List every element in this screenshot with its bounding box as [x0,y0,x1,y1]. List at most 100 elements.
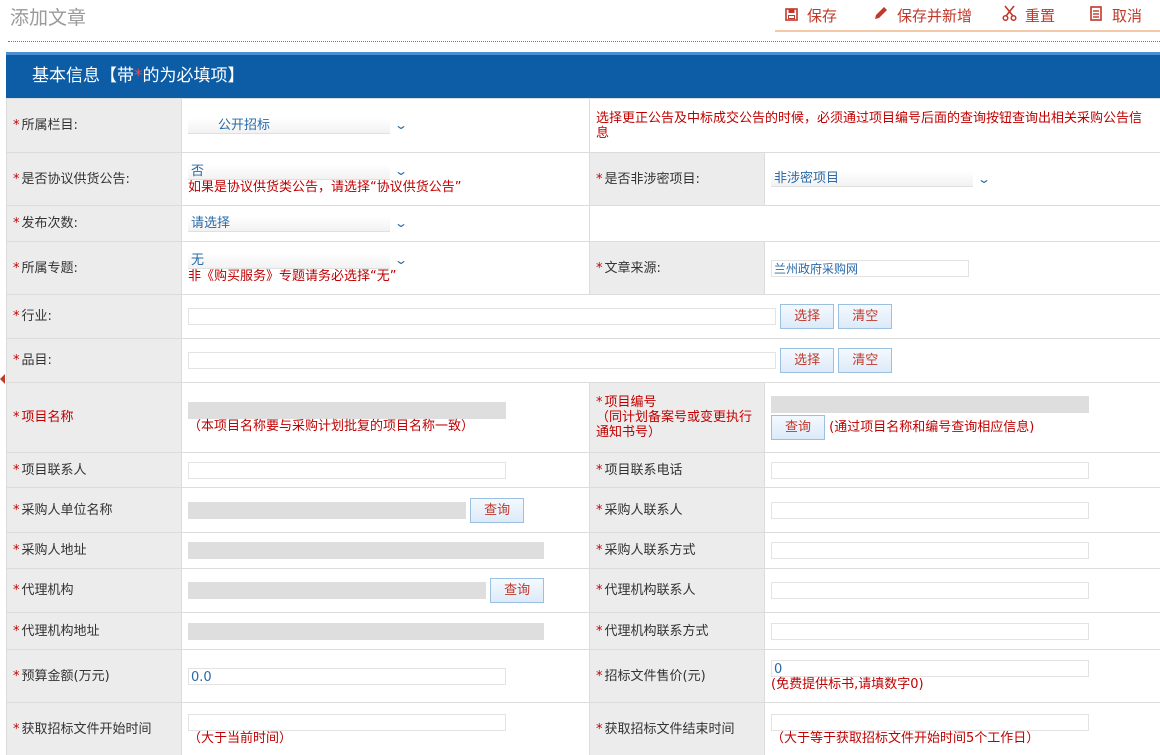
chevron-down-icon[interactable]: ⌄ [388,164,413,179]
agency-contact-way-input[interactable] [771,622,1089,640]
doc-start-hint: （大于当前时间） [188,730,293,746]
non-secret-select[interactable]: 非涉密项目 [771,171,973,187]
chevron-down-icon[interactable]: ⌄ [388,118,413,133]
buyer-name-input[interactable] [188,501,466,519]
table-row: * 项目名称 （本项目名称要与采购计划批复的项目名称一致） * 项目编号 （同计划备… [6,382,1160,453]
table-row: * 获取招标文件开始时间 （大于当前时间） * 获取招标文件结束时间 （大于等于获取… [6,702,1160,755]
floppy-disk-icon [783,6,799,28]
field-label: * 项目联系电话 [589,452,765,488]
project-name-input[interactable] [188,401,506,419]
save-label: 保存 [807,7,838,25]
field-label: * 是否非涉密项目: [589,152,765,206]
table-row: * 发布次数: 请选择 ⌄ [6,205,1160,242]
title-divider [8,41,1160,42]
form-table: * 所属栏目: 公开招标 ⌄ 选择更正公告及中标成交公告的时候，必须通过项目编号后面… [6,98,1160,755]
project-contact-input[interactable] [188,461,506,479]
field-label: * 项目编号 （同计划备案号或变更执行通知书号） [589,382,765,453]
project-code-input[interactable] [771,395,1089,413]
industry-input[interactable] [188,308,776,325]
project-name-hint: （本项目名称要与采购计划批复的项目名称一致） [188,418,475,434]
doc-price-input[interactable]: 0 [771,660,1089,677]
project-phone-input[interactable] [771,461,1089,479]
agency-input[interactable] [188,582,486,599]
buyer-address-input[interactable] [188,542,544,559]
agency-address-input[interactable] [188,622,544,640]
save-and-new-label: 保存并新增 [897,7,973,25]
buyer-contact-input[interactable] [771,501,1089,519]
section-title-star: * [134,66,143,86]
collapse-arrow-icon[interactable] [0,374,5,384]
field-label: * 获取招标文件结束时间 [589,702,765,755]
table-row: * 是否协议供货公告: 否 ⌄ 如果是协议供货类公告，请选择“协议供货公告” * 是否… [6,152,1160,206]
field-label: * 采购人单位名称 [6,487,182,533]
page-title: 添加文章 [10,7,87,29]
section-header: 基本信息【带*的为必填项】 [6,52,1160,98]
chevron-down-icon[interactable]: ⌄ [971,172,996,187]
project-code-query-button[interactable]: 查询 [771,414,826,440]
field-label: * 发布次数: [6,205,182,242]
field-label: * 采购人地址 [6,532,182,569]
field-label: * 是否协议供货公告: [6,152,182,206]
field-label: * 品目: [6,338,182,383]
save-and-new-button[interactable]: 保存并新增 [873,5,972,27]
field-label: * 代理机构联系人 [589,568,765,613]
agreement-select[interactable]: 否 [188,163,390,180]
doc-end-input[interactable] [771,713,1089,731]
table-row: * 品目: 选择 清空 [6,338,1160,383]
field-label: * 采购人联系方式 [589,532,765,569]
agency-contact-input[interactable] [771,582,1089,599]
item-select-button[interactable]: 选择 [780,348,835,373]
field-label: * 所属栏目: [6,98,182,153]
table-row: * 采购人地址 * 采购人联系方式 [6,532,1160,569]
buyer-contact-way-input[interactable] [771,542,1089,559]
topic-hint: 非《购买服务》专题请务必选择“无” [188,268,397,284]
reset-button[interactable]: 重置 [1001,5,1055,27]
industry-clear-button[interactable]: 清空 [838,304,893,329]
field-label: * 获取招标文件开始时间 [6,702,182,755]
buyer-query-button[interactable]: 查询 [470,497,525,523]
doc-start-input[interactable] [188,713,506,731]
pencil-icon [873,5,889,28]
chevron-down-icon[interactable]: ⌄ [388,253,413,268]
cancel-label: 取消 [1112,7,1143,25]
reset-label: 重置 [1025,7,1056,25]
topic-select[interactable]: 无 [188,252,390,269]
table-row: * 采购人单位名称 查询 * 采购人联系人 [6,487,1160,533]
source-input[interactable]: 兰州政府采购网 [771,259,969,277]
field-label: * 行业: [6,294,182,339]
table-row: * 行业: 选择 清空 [6,294,1160,339]
table-row: * 代理机构 查询 * 代理机构联系人 [6,568,1160,613]
scissors-icon [1001,5,1017,28]
cancel-button[interactable]: 取消 [1088,5,1142,27]
project-code-hint: (通过项目名称和编号查询相应信息) [829,419,1035,435]
chevron-down-icon[interactable]: ⌄ [388,216,413,231]
save-button[interactable]: 保存 [783,5,837,27]
table-row: * 所属栏目: 公开招标 ⌄ 选择更正公告及中标成交公告的时候，必须通过项目编号后面… [6,98,1160,153]
section-title-prefix: 基本信息【带 [32,66,134,86]
budget-input[interactable]: 0.0 [188,667,506,685]
doc-price-hint: (免费提供标书,请填数字0) [771,677,924,692]
field-label: * 采购人联系人 [589,487,765,533]
table-row: * 所属专题: 无 ⌄ 非《购买服务》专题请务必选择“无” * 文章来源: 兰州政府采… [6,241,1160,295]
publish-count-select[interactable]: 请选择 [188,215,390,232]
document-icon [1088,6,1104,28]
item-clear-button[interactable]: 清空 [838,348,893,373]
doc-end-hint: （大于等于获取招标文件开始时间5个工作日） [771,730,1040,746]
basic-info-section: 基本信息【带*的为必填项】 * 所属栏目: 公开招标 ⌄ 选择更正公告及中标成交公告… [6,52,1160,755]
field-label: * 代理机构联系方式 [589,612,765,650]
table-row: * 代理机构地址 * 代理机构联系方式 [6,612,1160,650]
field-label: * 所属专题: [6,241,182,295]
field-label: * 项目联系人 [6,452,182,488]
category-note: 选择更正公告及中标成交公告的时候，必须通过项目编号后面的查询按钮查询出相关采购公… [596,110,1143,141]
section-title-suffix: 的为必填项】 [142,66,245,86]
category-select[interactable]: 公开招标 [188,117,390,134]
industry-select-button[interactable]: 选择 [780,304,835,329]
table-row: * 项目联系人 * 项目联系电话 [6,452,1160,488]
toolbar: 保存 保存并新增 重置 取消 [775,2,1160,32]
agreement-hint: 如果是协议供货类公告，请选择“协议供货公告” [188,179,462,195]
field-label: * 文章来源: [589,241,765,295]
field-label: * 代理机构地址 [6,612,182,650]
agency-query-button[interactable]: 查询 [490,578,545,603]
field-label: * 预算金额(万元) [6,649,182,703]
item-input[interactable] [188,352,776,369]
